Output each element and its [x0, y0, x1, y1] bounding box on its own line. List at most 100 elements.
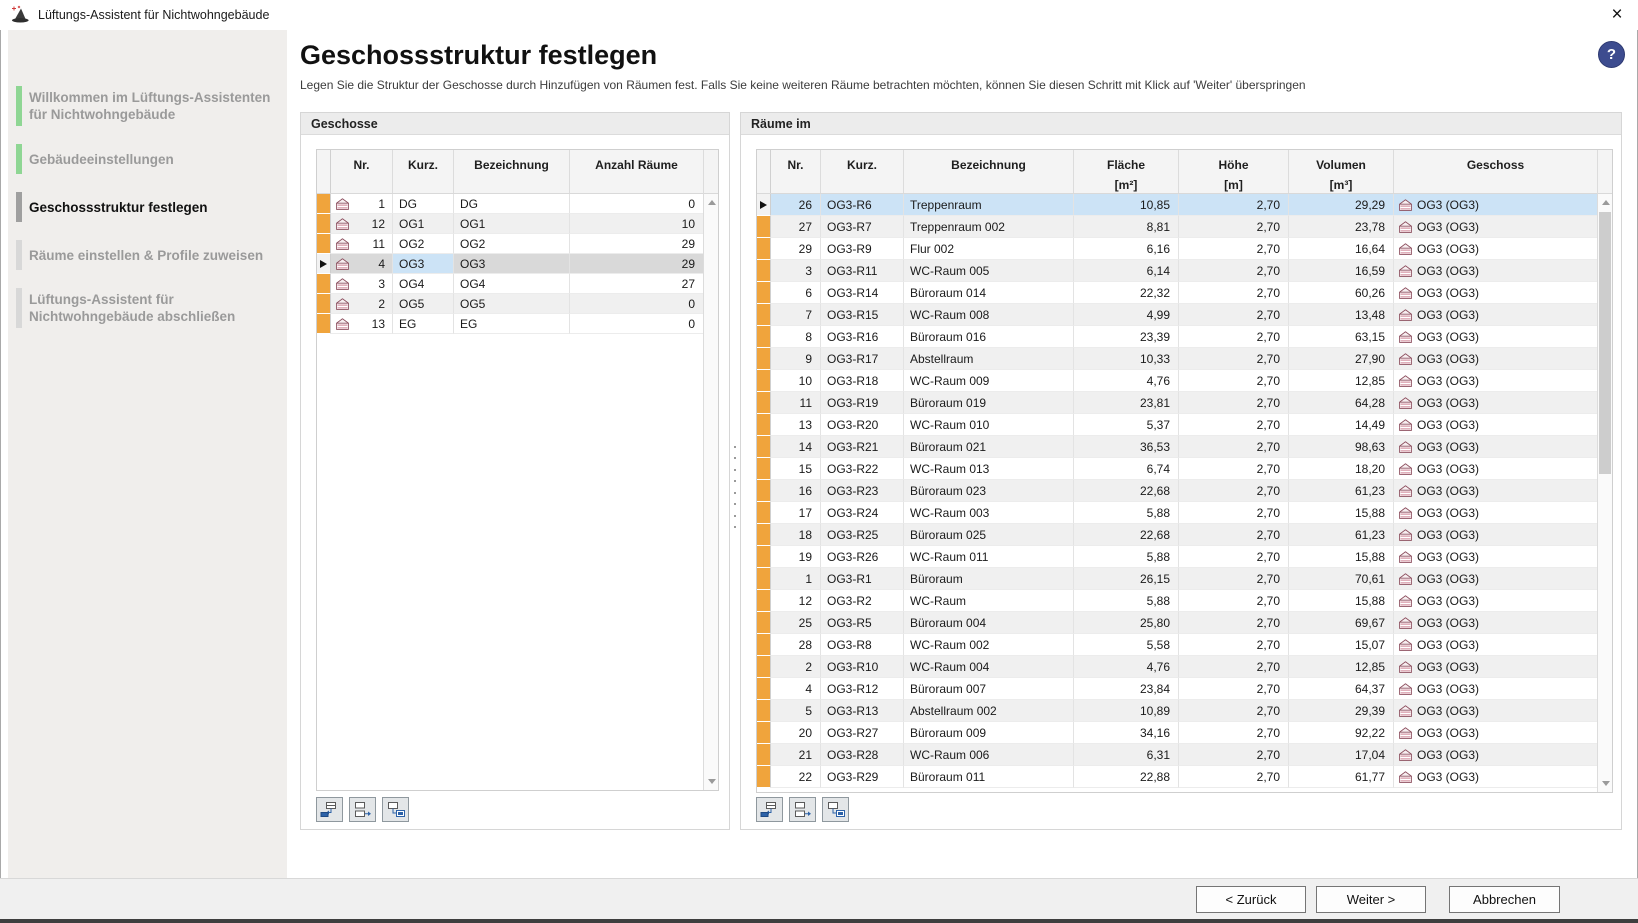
geschoss-row[interactable]: 2OG5OG50: [317, 294, 718, 314]
raum-hoehe-cell: 2,70: [1179, 524, 1289, 546]
raum-row[interactable]: 20OG3-R27Büroraum 00934,162,7092,22 OG3 …: [757, 722, 1612, 744]
scroll-down-arrow[interactable]: [1602, 781, 1610, 786]
column-header[interactable]: Kurz.: [393, 150, 454, 193]
raum-hoehe-cell: 2,70: [1179, 282, 1289, 304]
column-header[interactable]: Höhe[m]: [1179, 150, 1289, 193]
column-header[interactable]: Geschoss: [1394, 150, 1598, 193]
geschoss-row[interactable]: 13EGEG0: [317, 314, 718, 334]
raum-row[interactable]: 3OG3-R11WC-Raum 0056,142,7016,59 OG3 (OG…: [757, 260, 1612, 282]
raum-row[interactable]: 13OG3-R20WC-Raum 0105,372,7014,49 OG3 (O…: [757, 414, 1612, 436]
scroll-up-arrow[interactable]: [1602, 200, 1610, 205]
raum-row[interactable]: 16OG3-R23Büroraum 02322,682,7061,23 OG3 …: [757, 480, 1612, 502]
raum-kurz-cell: OG3-R11: [821, 260, 904, 282]
geschoss-row[interactable]: 12OG1OG110: [317, 214, 718, 234]
raum-row[interactable]: 8OG3-R16Büroraum 01623,392,7063,15 OG3 (…: [757, 326, 1612, 348]
raum-row[interactable]: 11OG3-R19Büroraum 01923,812,7064,28 OG3 …: [757, 392, 1612, 414]
help-button[interactable]: ?: [1598, 41, 1625, 68]
cancel-button[interactable]: Abbrechen: [1449, 886, 1560, 913]
raum-geschoss-label: OG3 (OG3): [1417, 242, 1479, 256]
raum-row[interactable]: 9OG3-R17Abstellraum10,332,7027,90 OG3 (O…: [757, 348, 1612, 370]
column-header[interactable]: Nr.: [771, 150, 821, 193]
append-row-button[interactable]: [789, 797, 816, 822]
raum-nr-cell: 6: [771, 282, 821, 304]
row-indicator: [757, 524, 771, 546]
raum-row[interactable]: 21OG3-R28WC-Raum 0066,312,7017,04 OG3 (O…: [757, 744, 1612, 766]
geschoss-row[interactable]: 4OG3OG329: [317, 254, 718, 274]
house-icon: [1399, 573, 1412, 585]
raum-kurz-cell: OG3-R5: [821, 612, 904, 634]
column-header-unit: [m³]: [1330, 179, 1353, 192]
geschosse-scrollbar[interactable]: [703, 150, 718, 790]
house-icon-wrap: [1399, 727, 1412, 739]
raum-row[interactable]: 22OG3-R29Büroraum 01122,882,7061,77 OG3 …: [757, 766, 1612, 788]
column-header-unit: [m]: [1224, 179, 1243, 192]
duplicate-row-button[interactable]: [382, 797, 409, 822]
raum-geschoss-cell: OG3 (OG3): [1394, 194, 1598, 216]
raum-kurz-cell: OG3-R14: [821, 282, 904, 304]
raum-row[interactable]: 27OG3-R7Treppenraum 0028,812,7023,78 OG3…: [757, 216, 1612, 238]
raum-row[interactable]: 2OG3-R10WC-Raum 0044,762,7012,85 OG3 (OG…: [757, 656, 1612, 678]
raum-kurz-cell: OG3-R24: [821, 502, 904, 524]
duplicate-row-button[interactable]: [822, 797, 849, 822]
column-header[interactable]: Bezeichnung: [454, 150, 570, 193]
geschoss-row[interactable]: 3OG4OG427: [317, 274, 718, 294]
geschoss-bezeichnung-cell: OG1: [454, 214, 570, 234]
panel-splitter-handle[interactable]: [731, 446, 739, 528]
insert-row-button[interactable]: [316, 797, 343, 822]
raum-geschoss-cell: OG3 (OG3): [1394, 700, 1598, 722]
column-header[interactable]: Anzahl Räume: [570, 150, 704, 193]
raum-row[interactable]: 10OG3-R18WC-Raum 0094,762,7012,85 OG3 (O…: [757, 370, 1612, 392]
geschoss-row[interactable]: 11OG2OG229: [317, 234, 718, 254]
raum-row[interactable]: 17OG3-R24WC-Raum 0035,882,7015,88 OG3 (O…: [757, 502, 1612, 524]
raum-row[interactable]: 12OG3-R2WC-Raum5,882,7015,88 OG3 (OG3): [757, 590, 1612, 612]
raum-geschoss-cell: OG3 (OG3): [1394, 634, 1598, 656]
raum-row[interactable]: 5OG3-R13Abstellraum 00210,892,7029,39 OG…: [757, 700, 1612, 722]
raum-kurz-cell: OG3-R12: [821, 678, 904, 700]
close-icon[interactable]: ×: [1605, 3, 1629, 27]
column-header[interactable]: Kurz.: [821, 150, 904, 193]
raum-row[interactable]: 14OG3-R21Büroraum 02136,532,7098,63 OG3 …: [757, 436, 1612, 458]
raum-volumen-cell: 64,28: [1289, 392, 1394, 414]
house-icon-wrap: [1399, 419, 1412, 431]
geschosse-table-body: 1DGDG0 12OG1OG110 11OG2OG229 4OG3OG329 3…: [317, 194, 718, 334]
raeume-scrollbar[interactable]: [1597, 150, 1612, 792]
raum-nr-cell: 20: [771, 722, 821, 744]
raum-volumen-cell: 60,26: [1289, 282, 1394, 304]
column-header[interactable]: Volumen[m³]: [1289, 150, 1394, 193]
geschoss-row[interactable]: 1DGDG0: [317, 194, 718, 214]
geschosse-panel: Geschosse Nr.Kurz.BezeichnungAnzahl Räum…: [300, 112, 730, 830]
raum-row[interactable]: 7OG3-R15WC-Raum 0084,992,7013,48 OG3 (OG…: [757, 304, 1612, 326]
raum-flaeche-cell: 5,37: [1074, 414, 1179, 436]
raum-row[interactable]: 15OG3-R22WC-Raum 0136,742,7018,20 OG3 (O…: [757, 458, 1612, 480]
scroll-down-arrow[interactable]: [708, 779, 716, 784]
raum-row[interactable]: 29OG3-R9Flur 0026,162,7016,64 OG3 (OG3): [757, 238, 1612, 260]
column-header[interactable]: Bezeichnung: [904, 150, 1074, 193]
append-row-button[interactable]: [349, 797, 376, 822]
raum-row[interactable]: 28OG3-R8WC-Raum 0025,582,7015,07 OG3 (OG…: [757, 634, 1612, 656]
raum-volumen-cell: 29,29: [1289, 194, 1394, 216]
insert-row-button[interactable]: [756, 797, 783, 822]
column-header[interactable]: Fläche[m²]: [1074, 150, 1179, 193]
column-header[interactable]: Nr.: [331, 150, 393, 193]
scrollbar-thumb[interactable]: [1599, 212, 1611, 474]
next-button[interactable]: Weiter >: [1316, 886, 1426, 913]
wizard-step-4: Räume einstellen & Profile zuweisen: [16, 240, 273, 270]
row-indicator: [757, 216, 771, 238]
raum-row[interactable]: 18OG3-R25Büroraum 02522,682,7061,23 OG3 …: [757, 524, 1612, 546]
house-icon: [1399, 727, 1412, 739]
raum-row[interactable]: 4OG3-R12Büroraum 00723,842,7064,37 OG3 (…: [757, 678, 1612, 700]
raum-row[interactable]: 19OG3-R26WC-Raum 0115,882,7015,88 OG3 (O…: [757, 546, 1612, 568]
wizard-step-2: Gebäudeeinstellungen: [16, 144, 273, 174]
row-indicator: [757, 634, 771, 656]
raum-row[interactable]: 26OG3-R6Treppenraum10,852,7029,29 OG3 (O…: [757, 194, 1612, 216]
raum-row[interactable]: 25OG3-R5Büroraum 00425,802,7069,67 OG3 (…: [757, 612, 1612, 634]
scroll-up-arrow[interactable]: [708, 200, 716, 205]
append-row-icon: [793, 801, 813, 818]
raum-geschoss-label: OG3 (OG3): [1417, 286, 1479, 300]
raum-nr-cell: 19: [771, 546, 821, 568]
raum-row[interactable]: 1OG3-R1Büroraum26,152,7070,61 OG3 (OG3): [757, 568, 1612, 590]
raum-row[interactable]: 6OG3-R14Büroraum 01422,322,7060,26 OG3 (…: [757, 282, 1612, 304]
row-indicator: [757, 392, 771, 414]
back-button[interactable]: < Zurück: [1196, 886, 1306, 913]
raum-geschoss-cell: OG3 (OG3): [1394, 524, 1598, 546]
